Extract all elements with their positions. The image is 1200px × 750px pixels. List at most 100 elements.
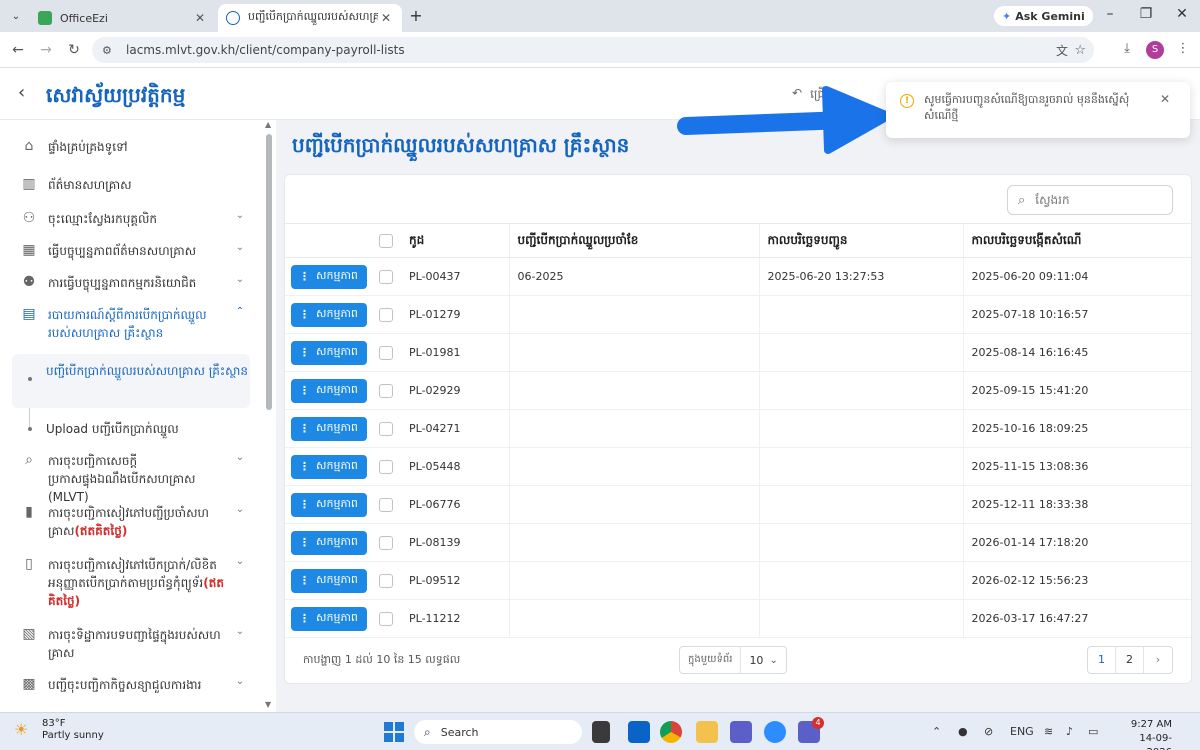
sidebar-subitem-upload-payroll[interactable]: Upload បញ្ជីបើកប្រាក់ឈ្នួល <box>12 420 250 442</box>
chevron-left-icon[interactable]: ‹ <box>18 82 25 103</box>
toast-message: សូមធ្វើការបញ្ជូនសំណើឱ្យបានរួចរាល់ មុននឹង… <box>924 93 1130 122</box>
next-page-button[interactable]: › <box>1144 647 1172 673</box>
scroll-down-icon[interactable]: ▼ <box>265 700 271 709</box>
search-input[interactable] <box>1035 193 1156 207</box>
tab-close-icon[interactable]: ✕ <box>192 11 208 25</box>
select-all-checkbox[interactable] <box>379 233 393 248</box>
sidebar-item-register-employee[interactable]: ⚇ ចុះឈ្មោះស្វែងរកបុគ្គលិក ⌄ <box>0 210 262 228</box>
sidebar-item-contract-register[interactable]: ▩ បញ្ជីចុះបញ្ជិកាកិច្ចសន្យាជួលការងារ ⌄ <box>0 676 262 694</box>
sidebar-item-internal-regulation[interactable]: ▧ ការចុះទិដ្ឋាការបទបញ្ជាផ្ទៃក្នុងរបស់សហគ… <box>0 626 262 662</box>
back-arrow-icon[interactable]: ← <box>8 40 28 60</box>
tray-chevron-icon[interactable]: ⌃ <box>932 725 941 738</box>
column-header-submitted[interactable]: កាលបរិច្ឆេទបញ្ជូន <box>759 223 964 258</box>
windows-start-icon[interactable] <box>384 722 404 742</box>
cell-code: PL-11212 <box>401 599 510 638</box>
zoom-icon[interactable] <box>764 721 786 743</box>
weather-widget[interactable]: ☀ 83°F Partly sunny <box>14 718 104 742</box>
row-checkbox[interactable] <box>379 611 393 626</box>
row-checkbox[interactable] <box>379 535 393 550</box>
ask-gemini-button[interactable]: ✦ Ask Gemini <box>994 6 1093 26</box>
action-button[interactable]: ⋮ សកម្មភាព <box>291 264 367 289</box>
column-header-created[interactable]: កាលបរិច្ឆេទបង្កើតសំណើ <box>963 223 1191 258</box>
sidebar-item-company-info[interactable]: ▥ ព័ត៌មានសហគ្រាស <box>0 176 262 194</box>
battery-icon[interactable]: ▭ <box>1088 725 1098 738</box>
more-vertical-icon: ⋮ <box>299 346 310 359</box>
row-checkbox[interactable] <box>379 269 393 284</box>
row-checkbox[interactable] <box>379 573 393 588</box>
sidebar-item-update-workers[interactable]: ⚉ ការធ្វើបច្ចុប្បន្នភាពកម្មករនិយោជិត ⌄ <box>0 274 262 292</box>
restore-icon[interactable]: ❐ <box>1136 6 1156 22</box>
sidebar-subitem-payroll-list[interactable]: បញ្ជីបើកប្រាក់ឈ្នួលរបស់សហគ្រាស គ្រឹះស្ថា… <box>12 354 250 408</box>
translate-icon[interactable]: 文 <box>1056 42 1068 59</box>
tray-app-icon[interactable]: ● <box>958 725 968 738</box>
sidebar-item-register-payment-book[interactable]: ▯ ការចុះបញ្ជិកាសៀវភៅបើកប្រាក់/លិខិតអនុញ្… <box>0 556 262 610</box>
row-checkbox[interactable] <box>379 345 393 360</box>
chrome-icon[interactable] <box>660 721 682 743</box>
action-button[interactable]: ⋮ សកម្មភាព <box>291 340 367 365</box>
cell-code: PL-09512 <box>401 561 510 600</box>
page-1-button[interactable]: 1 <box>1088 647 1116 673</box>
page-2-button[interactable]: 2 <box>1116 647 1144 673</box>
forward-arrow-icon[interactable]: → <box>36 40 56 60</box>
select-cell <box>375 333 401 372</box>
cell-month <box>509 371 760 410</box>
sidebar-scrollbar[interactable] <box>266 134 272 410</box>
volume-icon[interactable]: ♪ <box>1066 725 1073 738</box>
action-button-label: សកម្មភាព <box>316 420 358 434</box>
sidebar-item-register-book[interactable]: ▮ ការចុះបញ្ជិកាសៀវភៅបញ្ជីប្រចាំសហគ្រាស(ឥ… <box>0 504 262 540</box>
toast-close-icon[interactable]: ✕ <box>1160 92 1170 106</box>
minimize-icon[interactable]: – <box>1100 6 1120 22</box>
action-button[interactable]: ⋮ សកម្មភាព <box>291 378 367 403</box>
sidebar-item-label: បញ្ជីចុះបញ្ជិកាកិច្ចសន្យាជួលការងារ <box>48 678 202 692</box>
reload-icon[interactable]: ↻ <box>64 40 84 60</box>
chevron-down-icon: ⌄ <box>235 556 245 567</box>
sidebar-item-dashboard[interactable]: ⌂ ផ្ទាំងគ្រប់គ្រងទូទៅ <box>0 138 262 156</box>
language-indicator[interactable]: ENG <box>1010 725 1034 738</box>
window-close-icon[interactable]: ✕ <box>1172 6 1192 22</box>
profile-avatar[interactable]: S <box>1146 41 1164 59</box>
site-info-icon[interactable]: ⚙ <box>102 44 116 57</box>
taskbar-search[interactable]: ⌕ Search <box>414 720 582 744</box>
row-checkbox[interactable] <box>379 383 393 398</box>
column-header-month[interactable]: បញ្ជីបើកប្រាក់ឈ្នួលប្រចាំខែ <box>509 223 760 258</box>
cell-month: 06-2025 <box>509 257 760 296</box>
row-checkbox[interactable] <box>379 459 393 474</box>
column-header-code[interactable]: កូដ <box>401 223 510 258</box>
action-button[interactable]: ⋮ សកម្មភាព <box>291 568 367 593</box>
tab-close-icon[interactable]: ✕ <box>378 11 394 25</box>
wifi-icon[interactable]: ≋ <box>1044 725 1053 738</box>
network-off-icon[interactable]: ⊘ <box>984 725 993 738</box>
sidebar-item-payroll-report[interactable]: ▤ របាយការណ៍ស្ដីពីការបើកប្រាក់ឈ្នួលរបស់សហ… <box>0 306 262 342</box>
sidebar-item-update-company[interactable]: ▦ ធ្វើបច្ចុប្បន្នភាពព័ត៌មានសហគ្រាស ⌄ <box>0 242 262 260</box>
new-tab-button[interactable]: + <box>406 6 426 26</box>
action-button[interactable]: ⋮ សកម្មភាព <box>291 492 367 517</box>
scroll-up-icon[interactable]: ▲ <box>265 120 271 129</box>
task-view-icon[interactable] <box>592 721 610 743</box>
row-checkbox[interactable] <box>379 497 393 512</box>
browser-menu-icon[interactable]: ⋮ <box>1174 41 1192 56</box>
file-explorer-icon[interactable] <box>696 721 718 743</box>
browser-tab-officeezi[interactable]: OfficeEzi ✕ <box>30 4 216 32</box>
search-box[interactable]: ⌕ <box>1007 185 1173 215</box>
tab-list-chevron-icon[interactable]: ⌄ <box>6 6 26 26</box>
bookmark-star-icon[interactable]: ☆ <box>1074 43 1086 58</box>
url-bar[interactable]: ⚙ lacms.mlvt.gov.kh/client/company-payro… <box>92 37 1094 63</box>
action-button[interactable]: ⋮ សកម្មភាព <box>291 530 367 555</box>
action-button[interactable]: ⋮ សកម្មភាព <box>291 416 367 441</box>
teams-icon[interactable] <box>730 721 752 743</box>
row-checkbox[interactable] <box>379 421 393 436</box>
action-button[interactable]: ⋮ សកម្មភាព <box>291 302 367 327</box>
sidebar-subitem-label: Upload បញ្ជីបើកប្រាក់ឈ្នួល <box>46 422 179 436</box>
browser-tab-payroll[interactable]: បញ្ជីបើកប្រាក់ឈ្នួលរបស់សហគ្រ ✕ <box>218 4 402 32</box>
action-button[interactable]: ⋮ សកម្មភាព <box>291 454 367 479</box>
action-button-label: សកម្មភាព <box>316 268 358 282</box>
book-icon: ▮ <box>25 504 33 520</box>
per-page-select[interactable]: ក្នុងមួយទំព័រ 10 ⌄ <box>679 646 787 674</box>
clock[interactable]: 9:27 AM 14-09-2026 <box>1120 718 1172 750</box>
per-page-label: ក្នុងមួយទំព័រ <box>680 647 742 673</box>
outlook-icon[interactable] <box>628 721 650 743</box>
action-button[interactable]: ⋮ សកម្មភាព <box>291 606 367 631</box>
download-icon[interactable]: ⤓ <box>1118 41 1136 56</box>
row-checkbox[interactable] <box>379 307 393 322</box>
sidebar-item-opening-declaration[interactable]: ⌕ ការចុះបញ្ជិកាសេចក្ដីប្រកាសផ្ទុងឯណឹងបើក… <box>0 452 262 506</box>
